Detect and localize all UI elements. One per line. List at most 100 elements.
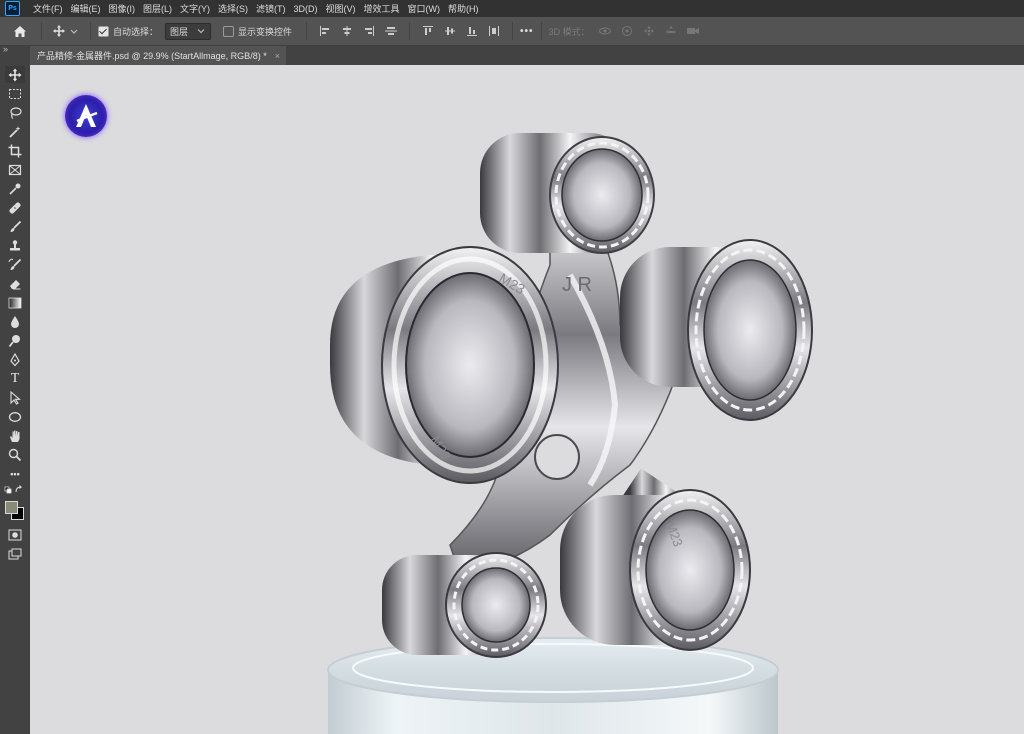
menu-file[interactable]: 文件(F) (29, 2, 67, 15)
crop-tool[interactable] (5, 142, 25, 159)
ellipse-icon (8, 411, 22, 422)
close-icon[interactable]: × (275, 51, 280, 61)
auto-select-target-value: 图层 (170, 26, 189, 37)
document-tab-title: 产品精修-金属器件.psd @ 29.9% (StartAllmage, RGB… (37, 51, 267, 61)
frame-icon (8, 164, 22, 175)
history-brush-tool[interactable] (5, 256, 25, 273)
menu-window[interactable]: 窗口(W) (404, 2, 445, 15)
history-brush-icon (8, 258, 22, 270)
align-horizontal-center-button[interactable] (338, 21, 356, 41)
document-canvas[interactable]: M23 J R M23 M23 (30, 65, 1024, 734)
tools-panel: T ••• (0, 65, 30, 734)
menu-help[interactable]: 帮助(H) (444, 2, 483, 15)
magic-wand-icon (9, 125, 21, 138)
move-arrows-icon (53, 25, 78, 37)
hand-icon (10, 430, 20, 442)
zoom-tool[interactable] (5, 446, 25, 463)
menu-type[interactable]: 文字(Y) (176, 2, 214, 15)
distribute-middle-icon (445, 27, 456, 35)
magnifier-icon (8, 448, 22, 461)
3d-orbit-button[interactable] (596, 21, 614, 41)
path-selection-tool[interactable] (5, 389, 25, 406)
healing-brush-tool[interactable] (5, 199, 25, 216)
align-left-button[interactable] (316, 21, 334, 41)
edit-toolbar-button[interactable]: ••• (5, 465, 25, 482)
show-transform-controls-checkbox[interactable] (223, 25, 235, 37)
auto-select-target-dropdown[interactable]: 图层 (165, 22, 212, 40)
align-vertical-center-button[interactable] (382, 21, 400, 41)
move-tool[interactable] (5, 66, 25, 83)
document-tab-bar: » 产品精修-金属器件.psd @ 29.9% (StartAllmage, R… (0, 44, 1024, 65)
3d-pan-button[interactable] (640, 21, 658, 41)
quick-mask-button[interactable] (5, 526, 25, 543)
align-right-button[interactable] (360, 21, 378, 41)
menu-layer[interactable]: 图层(L) (139, 2, 176, 15)
pen-tool[interactable] (5, 351, 25, 368)
hand-tool[interactable] (5, 427, 25, 444)
move-arrows-icon (8, 68, 22, 81)
droplet-icon (11, 315, 19, 328)
rectangle-marquee-icon (9, 88, 21, 99)
3d-slide-icon (665, 26, 676, 34)
menu-3d[interactable]: 3D(D) (290, 4, 322, 14)
distribute-bottom-icon (467, 27, 478, 36)
ellipse-tool[interactable] (5, 408, 25, 425)
photoshop-logo-icon: Ps (5, 1, 20, 16)
distribute-top-button[interactable] (419, 21, 437, 41)
document-tab[interactable]: 产品精修-金属器件.psd @ 29.9% (StartAllmage, RGB… (30, 46, 286, 65)
3d-pan-icon (643, 26, 654, 36)
move-tool-preset-button[interactable] (51, 21, 81, 41)
align-middle-icon (385, 27, 398, 35)
more-options-button[interactable]: ••• (520, 26, 534, 37)
frame-tool[interactable] (5, 161, 25, 178)
foreground-color-swatch[interactable] (5, 501, 18, 514)
divider (540, 22, 542, 40)
distribute-horizontal-button[interactable] (485, 21, 503, 41)
lasso-icon (10, 106, 22, 119)
distribute-bottom-button[interactable] (463, 21, 481, 41)
default-colors-button[interactable] (4, 485, 26, 495)
eyedropper-tool[interactable] (5, 180, 25, 197)
quick-mask-icon (8, 529, 22, 540)
eyedropper-icon (9, 183, 21, 195)
type-tool[interactable]: T (5, 370, 25, 387)
panel-collapse-button[interactable]: » (3, 44, 8, 54)
top-ring (480, 133, 655, 254)
marquee-tool[interactable] (5, 85, 25, 102)
screen-mode-button[interactable] (5, 545, 25, 562)
3d-roll-icon (621, 26, 632, 36)
bottom-right-ring (560, 489, 751, 651)
blur-tool[interactable] (5, 313, 25, 330)
crop-icon (8, 144, 22, 157)
pen-icon (10, 352, 20, 366)
menu-edit[interactable]: 编辑(E) (67, 2, 105, 15)
3d-slide-button[interactable] (662, 21, 680, 41)
divider (512, 22, 514, 40)
auto-select-checkbox[interactable] (98, 25, 109, 37)
3d-roll-button[interactable] (618, 21, 636, 41)
brush-tool[interactable] (5, 218, 25, 235)
menu-bar: Ps 文件(F) 编辑(E) 图像(I) 图层(L) 文字(Y) 选择(S) 滤… (0, 0, 1024, 17)
menu-view[interactable]: 视图(V) (322, 2, 360, 15)
3d-mode-label: 3D 模式： (548, 26, 590, 37)
dodge-tool[interactable] (5, 332, 25, 349)
3d-scale-button[interactable] (684, 21, 702, 41)
gradient-tool[interactable] (5, 294, 25, 311)
dodge-icon (8, 334, 20, 347)
eraser-icon (10, 279, 21, 289)
chevron-down-icon (197, 29, 205, 34)
align-center-icon (343, 26, 352, 36)
magic-wand-tool[interactable] (5, 123, 25, 140)
menu-image[interactable]: 图像(I) (105, 2, 140, 15)
distribute-middle-button[interactable] (441, 21, 459, 41)
clone-stamp-tool[interactable] (5, 237, 25, 254)
lasso-tool[interactable] (5, 104, 25, 121)
menu-plugins[interactable]: 增效工具 (360, 2, 404, 15)
menu-select[interactable]: 选择(S) (214, 2, 252, 15)
gradient-icon (8, 297, 22, 308)
menu-filter[interactable]: 滤镜(T) (252, 2, 290, 15)
align-right-icon (365, 26, 375, 36)
home-button[interactable] (6, 17, 34, 45)
eraser-tool[interactable] (5, 275, 25, 292)
brush-icon (10, 220, 22, 232)
